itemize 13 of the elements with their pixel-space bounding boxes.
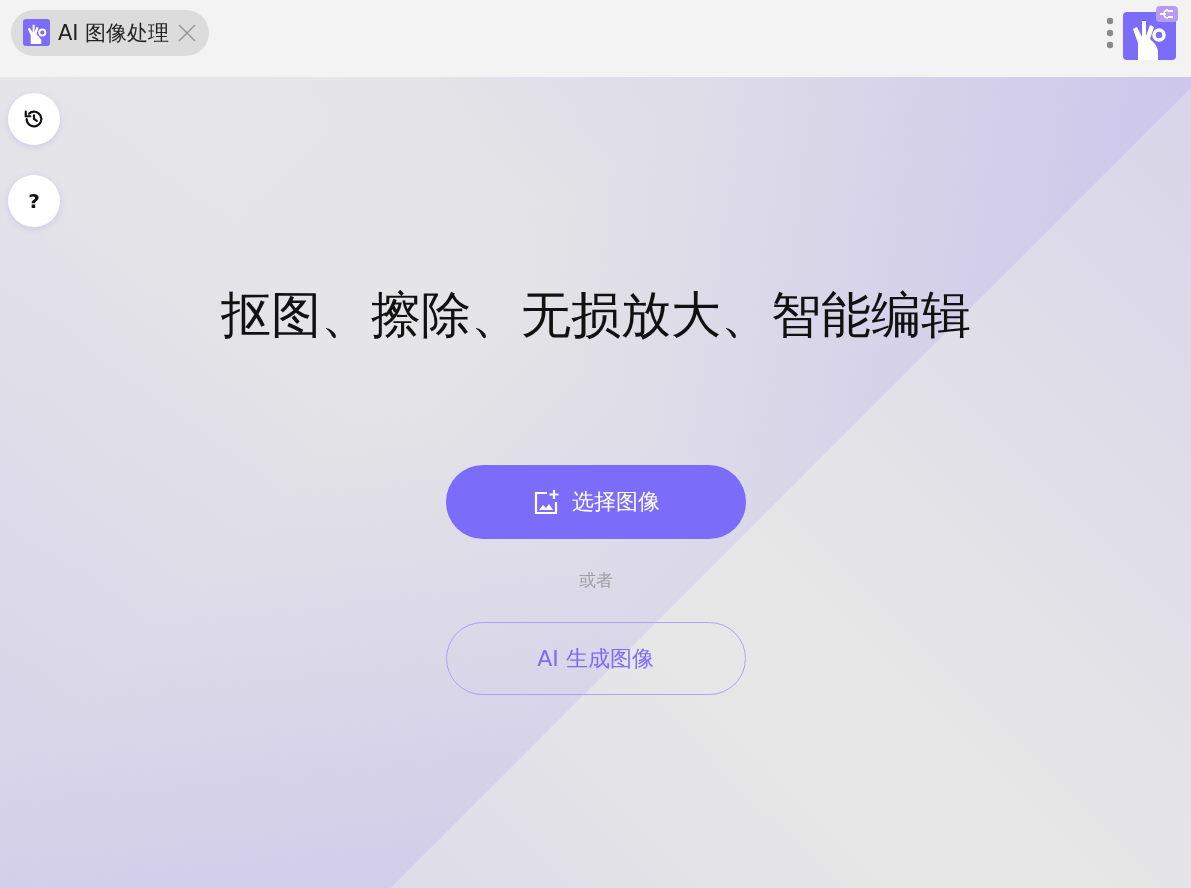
app-tab[interactable]: AI 图像处理 bbox=[11, 9, 210, 56]
headline: 抠图、擦除、无损放大、智能编辑 bbox=[220, 285, 971, 346]
tab-label: AI 图像处理 bbox=[58, 19, 170, 47]
close-button[interactable] bbox=[177, 22, 198, 43]
help-button[interactable]: ? bbox=[8, 175, 60, 227]
select-image-button[interactable]: 选择图像 bbox=[445, 465, 746, 539]
plugin-logo-icon[interactable] bbox=[1122, 4, 1178, 61]
hand-icon bbox=[23, 19, 50, 46]
history-button[interactable] bbox=[8, 93, 60, 145]
or-text: 或者 bbox=[578, 569, 613, 592]
more-icon[interactable] bbox=[1106, 15, 1114, 50]
history-icon bbox=[23, 108, 45, 130]
close-icon bbox=[177, 22, 198, 43]
